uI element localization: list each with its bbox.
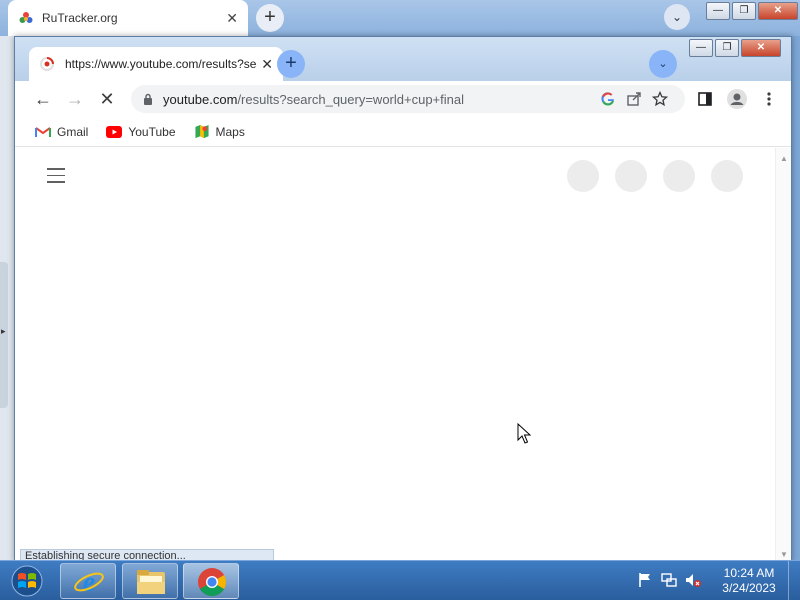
background-minimize-button[interactable]: —: [706, 2, 730, 20]
hamburger-menu-icon[interactable]: [47, 168, 65, 188]
bookmark-gmail[interactable]: Gmail: [35, 125, 88, 139]
share-icon[interactable]: [621, 91, 647, 107]
browser-toolbar: ← → ✕ youtube.com/results?search_query=w…: [15, 81, 791, 117]
stop-loading-button[interactable]: ✕: [93, 85, 121, 113]
taskbar: e 10:24 AM 3/24/2023: [0, 560, 800, 600]
page-content: [15, 148, 775, 561]
scroll-up-arrow-icon[interactable]: ▲: [780, 154, 788, 163]
scroll-down-arrow-icon[interactable]: ▼: [780, 550, 788, 559]
maps-icon: [194, 124, 209, 139]
background-tab[interactable]: RuTracker.org ✕: [8, 0, 248, 36]
chrome-icon: [198, 568, 226, 596]
taskbar-clock[interactable]: 10:24 AM 3/24/2023: [716, 566, 782, 596]
internet-explorer-icon: e: [74, 567, 104, 598]
background-maximize-button[interactable]: ❐: [732, 2, 756, 20]
maximize-button[interactable]: ❐: [715, 39, 739, 57]
bookmark-label: Maps: [215, 124, 245, 139]
background-close-button[interactable]: ✕: [758, 2, 798, 20]
menu-kebab-icon[interactable]: [755, 85, 783, 113]
address-bar[interactable]: youtube.com/results?search_query=world+c…: [131, 85, 685, 113]
side-panel-icon[interactable]: [691, 85, 719, 113]
google-lens-icon[interactable]: [595, 91, 621, 107]
youtube-icon: [106, 125, 123, 138]
browser-window: https://www.youtube.com/results?search_q…: [14, 36, 792, 563]
clock-time: 10:24 AM: [723, 566, 775, 580]
background-tab-close-icon[interactable]: ✕: [226, 10, 238, 27]
bookmark-label: Gmail: [57, 124, 89, 139]
background-new-tab-button[interactable]: +: [256, 4, 284, 32]
clock-date: 3/24/2023: [722, 581, 776, 595]
loading-spinner-icon: [40, 57, 54, 71]
taskbar-chrome[interactable]: [183, 563, 239, 599]
active-tab-title: https://www.youtube.com/results?search_q…: [65, 57, 257, 71]
network-icon[interactable]: [660, 571, 678, 589]
mouse-cursor-icon: [517, 423, 531, 444]
bookmark-maps[interactable]: Maps: [194, 124, 245, 139]
background-side-arrow-icon[interactable]: ▸: [1, 326, 6, 337]
window-controls: — ❐ ✕: [687, 39, 781, 57]
volume-muted-icon[interactable]: [684, 571, 702, 589]
flag-icon[interactable]: [636, 571, 654, 589]
active-tab[interactable]: https://www.youtube.com/results?search_q…: [29, 47, 283, 81]
bookmarks-bar: Gmail YouTube Maps: [15, 117, 791, 147]
bookmark-star-icon[interactable]: [647, 91, 673, 107]
url-path: /results?search_query=world+cup+final: [237, 91, 464, 107]
start-button[interactable]: [4, 564, 50, 598]
taskbar-internet-explorer[interactable]: e: [60, 563, 116, 599]
rutracker-favicon-icon: [19, 12, 33, 23]
url-host: youtube.com: [163, 91, 238, 107]
background-window-controls: — ❐ ✕: [704, 2, 798, 20]
tab-search-button[interactable]: ⌄: [649, 50, 677, 78]
close-button[interactable]: ✕: [741, 39, 781, 57]
profile-avatar-icon[interactable]: [723, 85, 751, 113]
system-tray: [636, 571, 708, 589]
loading-placeholder-circle: [615, 160, 647, 192]
minimize-button[interactable]: —: [689, 39, 713, 57]
loading-placeholder-circle: [663, 160, 695, 192]
background-titlebar: RuTracker.org ✕ + ⌄ — ❐ ✕: [0, 0, 800, 36]
file-explorer-icon: [137, 570, 165, 594]
windows-logo-icon: [11, 565, 43, 597]
forward-button[interactable]: →: [61, 85, 89, 113]
vertical-scrollbar[interactable]: ▲ ▼: [775, 148, 791, 561]
tab-close-icon[interactable]: ✕: [261, 56, 273, 73]
background-tab-search-button[interactable]: ⌄: [664, 4, 690, 30]
loading-placeholder-circle: [711, 160, 743, 192]
loading-placeholder-circle: [567, 160, 599, 192]
back-button[interactable]: ←: [29, 85, 57, 113]
new-tab-button[interactable]: +: [277, 50, 305, 78]
background-tab-title: RuTracker.org: [42, 11, 118, 25]
show-desktop-button[interactable]: [788, 561, 800, 600]
lock-icon[interactable]: [143, 93, 153, 105]
url-text[interactable]: youtube.com/results?search_query=world+c…: [163, 92, 595, 107]
bookmark-youtube[interactable]: YouTube: [106, 124, 176, 139]
bookmark-label: YouTube: [128, 124, 176, 139]
taskbar-file-explorer[interactable]: [122, 563, 178, 599]
svg-text:e: e: [83, 567, 95, 598]
browser-titlebar: https://www.youtube.com/results?search_q…: [15, 37, 791, 81]
gmail-icon: [35, 126, 51, 137]
